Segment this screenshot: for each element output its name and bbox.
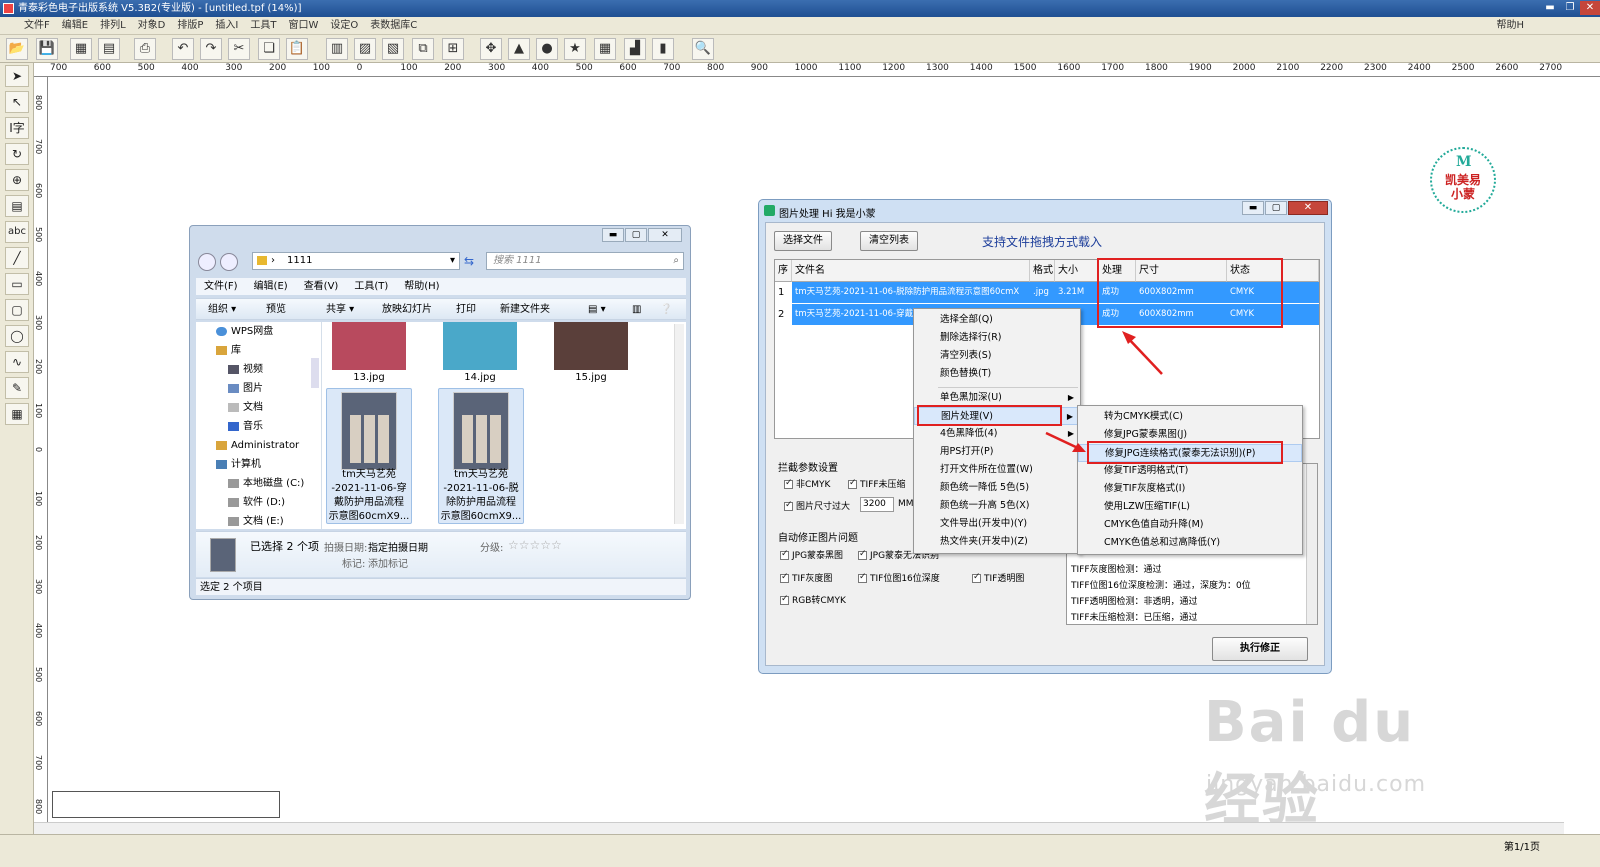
watermark-big: Bai du 经验 xyxy=(1204,690,1416,833)
arrowhead-icon xyxy=(1122,331,1136,344)
status-bar: 第1/1页 xyxy=(0,834,1600,867)
baidu-watermark: Bai du 经验 jingyan.baidu.com xyxy=(1200,690,1490,833)
horizontal-scrollbar[interactable] xyxy=(34,822,1564,834)
page-indicator: 第1/1页 xyxy=(1503,842,1540,853)
canvas-frame[interactable] xyxy=(52,791,280,818)
arrow-to-submenu-icon xyxy=(1045,431,1081,451)
arrow-to-result-icon xyxy=(1125,335,1163,375)
watermark-small: jingyan.baidu.com xyxy=(1206,772,1427,797)
